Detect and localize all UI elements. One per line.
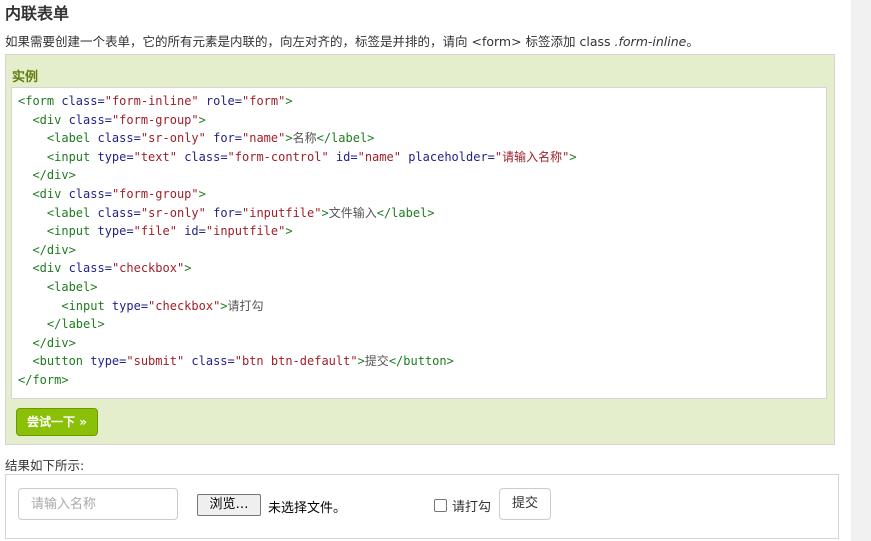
intro-class-name: .form-inline [614, 34, 687, 49]
result-preview: 浏览… 未选择文件。 请打勾 提交 [5, 474, 839, 539]
code-line: <div class="form-group"> [18, 186, 206, 201]
code-line: <input type="file" id="inputfile"> [18, 224, 293, 239]
page-scroll-gutter [851, 0, 871, 541]
code-line: </div> [18, 335, 76, 350]
example-panel: 实例 <form class="form-inline" role="form"… [5, 54, 835, 445]
checkbox-text: 请打勾 [452, 499, 492, 515]
try-it-button[interactable]: 尝试一下 » [16, 408, 98, 436]
code-line: <label> [18, 279, 98, 294]
file-browse-button[interactable]: 浏览… [197, 494, 261, 516]
file-status-text: 未选择文件。 [268, 501, 347, 516]
code-line: <button type="submit" class="btn btn-def… [18, 354, 454, 369]
code-line: <div class="form-group"> [18, 112, 206, 127]
code-line: <label class="sr-only" for="name">名称</la… [18, 131, 375, 146]
submit-button[interactable]: 提交 [499, 488, 551, 520]
intro-text: 如果需要创建一个表单，它的所有元素是内联的，向左对齐的，标签是并排的，请向 <f… [5, 34, 615, 49]
code-line: <input type="text" class="form-control" … [18, 149, 577, 164]
code-line: </form> [18, 372, 69, 387]
checkbox-label[interactable]: 请打勾 [434, 496, 492, 515]
code-line: <div class="checkbox"> [18, 261, 192, 276]
code-line: </div> [18, 242, 76, 257]
code-line: </label> [18, 317, 105, 332]
code-block: <form class="form-inline" role="form"> <… [11, 87, 827, 399]
code-line: <form class="form-inline" role="form"> [18, 94, 293, 108]
checkbox-input[interactable] [434, 498, 447, 512]
name-input[interactable] [18, 488, 178, 520]
code-line: </div> [18, 168, 76, 183]
result-label: 结果如下所示: [5, 458, 85, 473]
code-line: <label class="sr-only" for="inputfile">文… [18, 205, 435, 220]
code-line: <input type="checkbox">请打勾 [18, 298, 264, 313]
example-label: 实例 [12, 70, 39, 85]
section-title: 内联表单 [5, 4, 70, 23]
intro-paragraph: 如果需要创建一个表单，它的所有元素是内联的，向左对齐的，标签是并排的，请向 <f… [5, 31, 845, 50]
intro-suffix: 。 [686, 34, 699, 49]
